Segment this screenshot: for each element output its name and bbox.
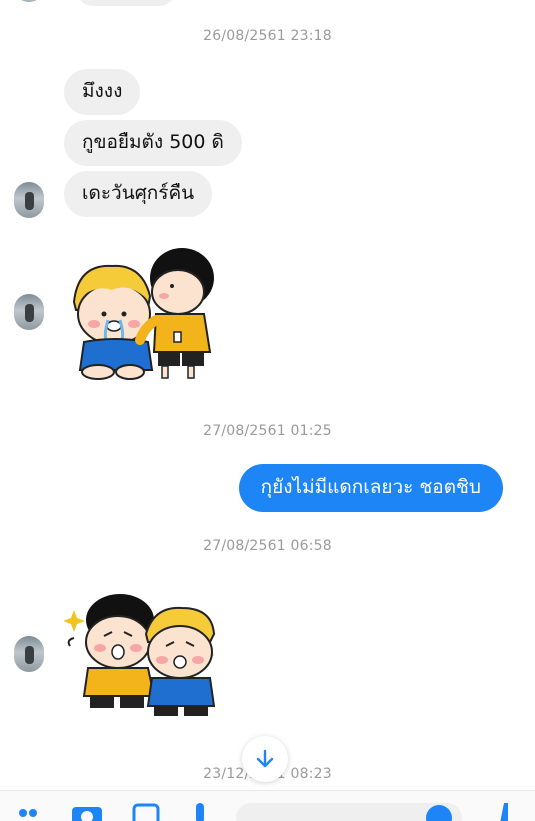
- timestamp: 27/08/2561 01:25: [203, 423, 332, 439]
- message-outgoing[interactable]: กุยังไม่มีแดกเลยวะ ชอตชิบ: [238, 464, 503, 512]
- message-bubble-partial: [78, 0, 174, 6]
- contact-avatar[interactable]: [14, 182, 44, 218]
- contact-avatar[interactable]: [14, 294, 44, 330]
- avatar-partial: [14, 0, 44, 2]
- emoji-icon[interactable]: [424, 803, 454, 821]
- contact-avatar[interactable]: [14, 636, 44, 672]
- arrow-down-icon: [256, 749, 274, 768]
- timestamp: 26/08/2561 23:18: [203, 28, 332, 44]
- like-icon[interactable]: [494, 803, 514, 821]
- sticker-laughing[interactable]: [64, 590, 224, 720]
- message-incoming[interactable]: กูขอยืมตัง 500 ดิ: [64, 120, 242, 166]
- camera-icon[interactable]: [70, 803, 104, 821]
- message-incoming[interactable]: มึงงง: [64, 69, 141, 115]
- mic-icon[interactable]: [192, 803, 208, 821]
- gallery-icon[interactable]: [132, 803, 160, 821]
- message-incoming[interactable]: เดะวันศุกร์คืน: [64, 171, 213, 217]
- composer-bar: [0, 790, 535, 821]
- more-icon[interactable]: [18, 803, 46, 821]
- sticker-comfort[interactable]: [64, 244, 220, 382]
- timestamp: 27/08/2561 06:58: [203, 538, 332, 554]
- scroll-to-bottom-button[interactable]: [242, 736, 288, 782]
